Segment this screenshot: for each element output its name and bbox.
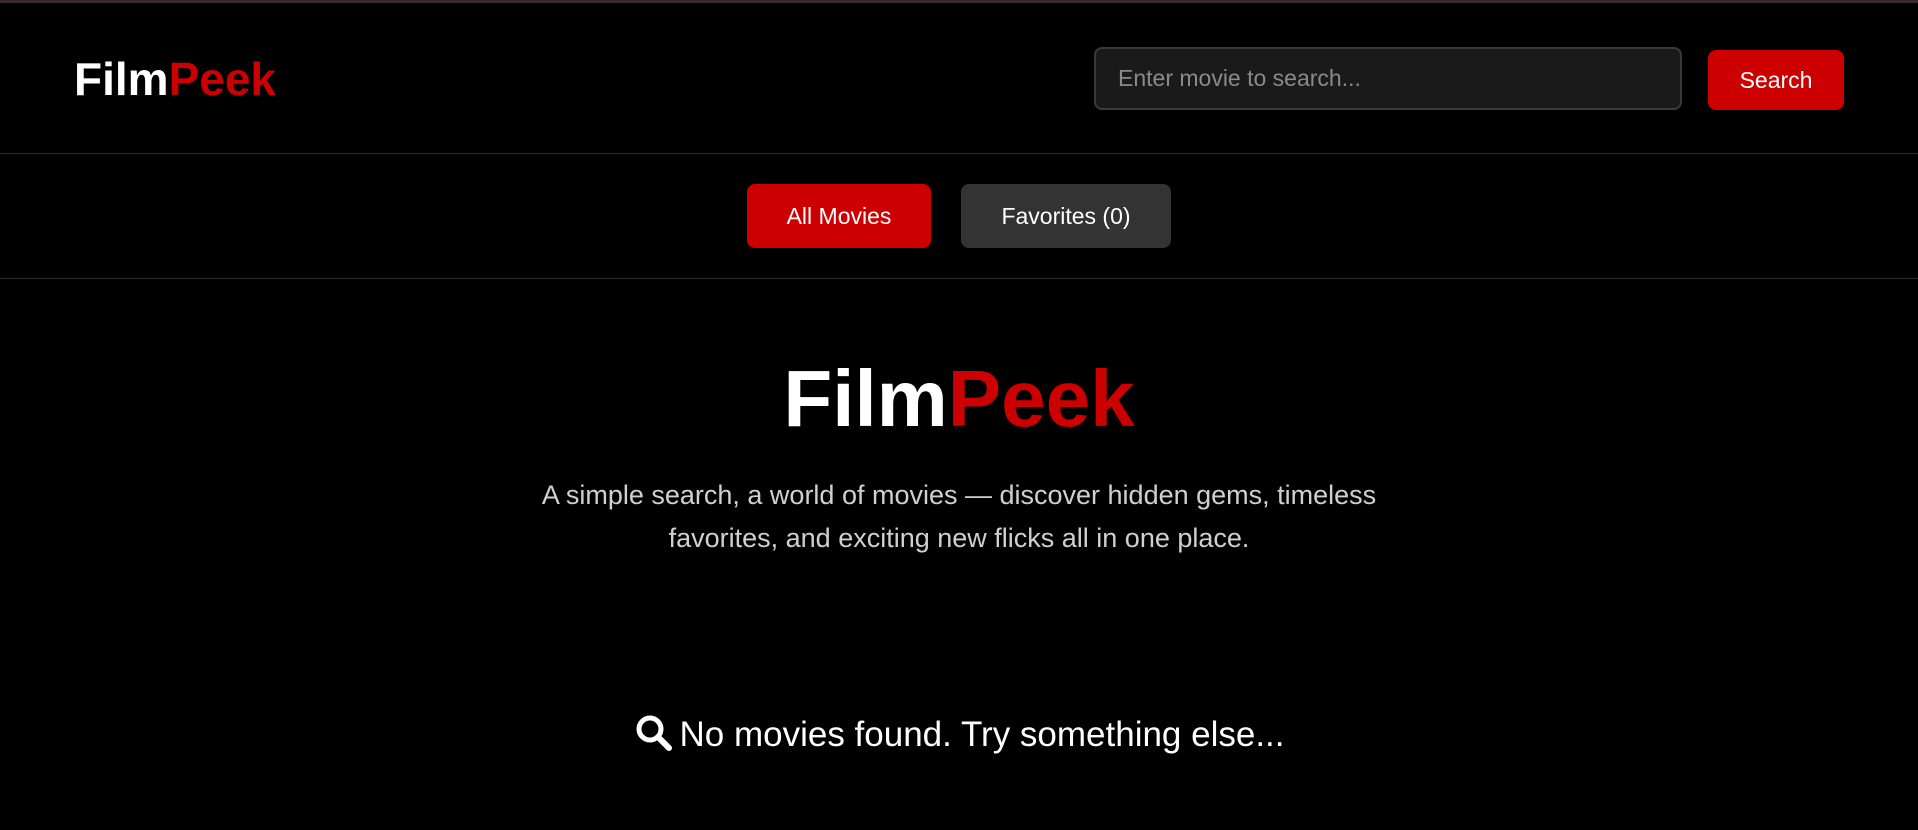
hero-tagline: A simple search, a world of movies — dis… bbox=[541, 480, 1377, 553]
hero-section: FilmPeek A simple search, a world of mov… bbox=[0, 279, 1918, 560]
hero-title-part-1: Film bbox=[783, 354, 948, 443]
search-input[interactable] bbox=[1094, 47, 1682, 110]
empty-state-message: No movies found. Try something else... bbox=[679, 715, 1285, 754]
logo-part-2: Peek bbox=[168, 53, 276, 105]
tab-all-movies[interactable]: All Movies bbox=[747, 184, 931, 248]
tab-bar: All Movies Favorites (0) bbox=[0, 154, 1918, 279]
hero-title: FilmPeek bbox=[0, 354, 1918, 444]
empty-state: No movies found. Try something else... bbox=[0, 710, 1918, 760]
search-icon bbox=[634, 713, 674, 753]
header: FilmPeek Search bbox=[0, 3, 1918, 154]
search-button[interactable]: Search bbox=[1708, 50, 1844, 110]
logo[interactable]: FilmPeek bbox=[74, 51, 276, 107]
hero-title-part-2: Peek bbox=[947, 354, 1135, 443]
logo-part-1: Film bbox=[74, 53, 169, 105]
tab-favorites[interactable]: Favorites (0) bbox=[961, 184, 1171, 248]
